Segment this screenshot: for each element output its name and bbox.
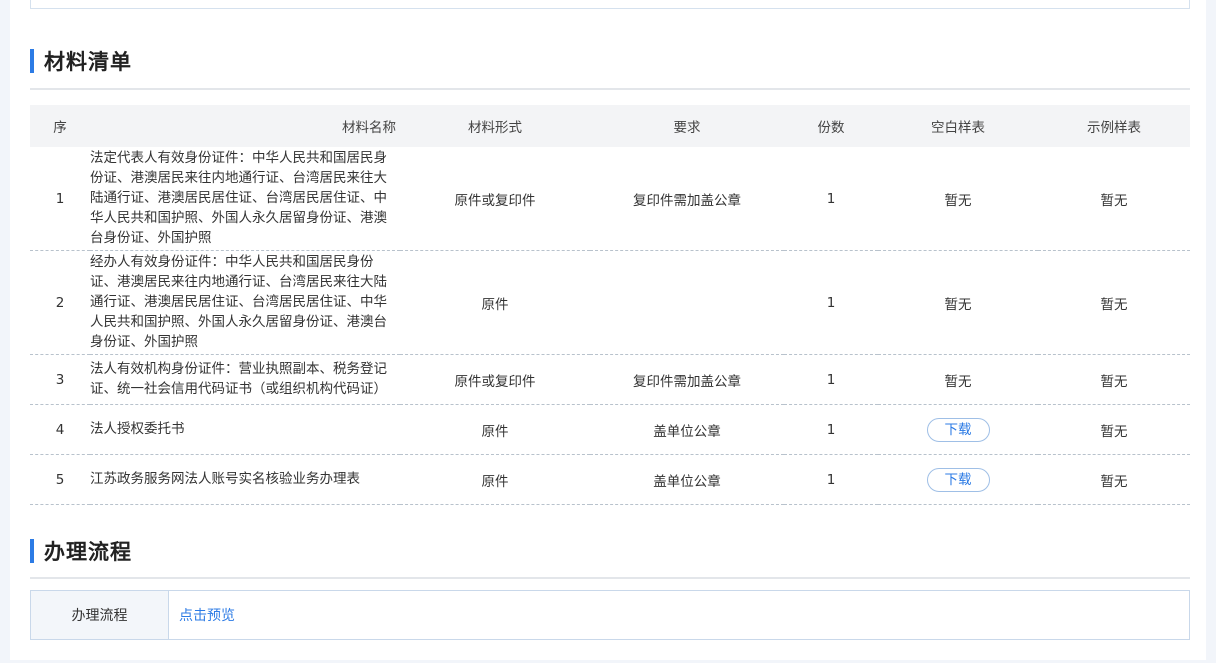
table-row: 4 法人授权委托书 原件 盖单位公章 1 下载 暂无	[30, 404, 1190, 455]
row-form: 原件	[400, 250, 590, 355]
download-button[interactable]: 下载	[926, 467, 990, 492]
materials-table: 序 材料名称 材料形式 要求 份数 空白样表 示例样表 1 法定代表人有效身份证…	[30, 105, 1190, 505]
materials-title-rule	[30, 88, 1190, 90]
row-example-sample: 暂无	[1038, 454, 1190, 505]
col-header-name: 材料名称	[90, 105, 400, 147]
col-header-requirement: 要求	[590, 105, 784, 147]
row-index: 1	[30, 147, 90, 251]
process-box: 办理流程 点击预览	[30, 590, 1190, 640]
row-index: 4	[30, 404, 90, 455]
col-header-example-sample: 示例样表	[1038, 105, 1190, 147]
row-copies: 1	[784, 147, 878, 251]
process-title-rule	[30, 577, 1190, 579]
row-copies: 1	[784, 354, 878, 405]
row-index: 3	[30, 354, 90, 405]
process-label: 办理流程	[31, 591, 169, 639]
col-header-index: 序	[30, 105, 90, 147]
row-blank-sample: 暂无	[878, 250, 1038, 355]
title-accent-bar	[30, 49, 34, 73]
row-index: 5	[30, 454, 90, 505]
row-material-name: 法人授权委托书	[90, 404, 400, 455]
row-requirement: 盖单位公章	[590, 454, 784, 505]
col-header-blank-sample: 空白样表	[878, 105, 1038, 147]
materials-title-text: 材料清单	[44, 50, 132, 74]
row-requirement	[590, 250, 784, 355]
col-header-form: 材料形式	[400, 105, 590, 147]
row-example-sample: 暂无	[1038, 354, 1190, 405]
row-material-name: 江苏政务服务网法人账号实名核验业务办理表	[90, 454, 400, 505]
row-example-sample: 暂无	[1038, 404, 1190, 455]
table-row: 3 法人有效机构身份证件：营业执照副本、税务登记证、统一社会信用代码证书（或组织…	[30, 354, 1190, 405]
table-row: 1 法定代表人有效身份证件：中华人民共和国居民身份证、港澳居民来往内地通行证、台…	[30, 147, 1190, 251]
row-requirement: 盖单位公章	[590, 404, 784, 455]
col-header-copies: 份数	[784, 105, 878, 147]
download-button[interactable]: 下载	[926, 417, 990, 442]
row-copies: 1	[784, 250, 878, 355]
row-blank-sample: 暂无	[878, 354, 1038, 405]
row-requirement: 复印件需加盖公章	[590, 147, 784, 251]
table-row: 5 江苏政务服务网法人账号实名核验业务办理表 原件 盖单位公章 1 下载 暂无	[30, 454, 1190, 505]
preview-link[interactable]: 点击预览	[169, 591, 235, 639]
row-material-name: 法定代表人有效身份证件：中华人民共和国居民身份证、港澳居民来往内地通行证、台湾居…	[90, 147, 400, 251]
row-form: 原件	[400, 454, 590, 505]
row-form: 原件或复印件	[400, 354, 590, 405]
row-form: 原件	[400, 404, 590, 455]
content-panel: 材料清单 序 材料名称 材料形式 要求 份数 空白样表 示例样表 1 法定代表人…	[10, 0, 1206, 660]
row-material-name: 法人有效机构身份证件：营业执照副本、税务登记证、统一社会信用代码证书（或组织机构…	[90, 354, 400, 405]
row-example-sample: 暂无	[1038, 250, 1190, 355]
process-section-title: 办理流程	[30, 538, 132, 564]
row-form: 原件或复印件	[400, 147, 590, 251]
row-blank-sample: 暂无	[878, 147, 1038, 251]
row-blank-sample-cell: 下载	[878, 404, 1038, 455]
table-row: 2 经办人有效身份证件：中华人民共和国居民身份证、港澳居民来往内地通行证、台湾居…	[30, 250, 1190, 355]
row-example-sample: 暂无	[1038, 147, 1190, 251]
row-copies: 1	[784, 454, 878, 505]
row-requirement: 复印件需加盖公章	[590, 354, 784, 405]
materials-section-title: 材料清单	[30, 48, 132, 74]
table-header-row: 序 材料名称 材料形式 要求 份数 空白样表 示例样表	[30, 105, 1190, 147]
row-blank-sample-cell: 下载	[878, 454, 1038, 505]
row-copies: 1	[784, 404, 878, 455]
previous-section-box	[30, 0, 1190, 9]
process-title-text: 办理流程	[44, 540, 132, 564]
row-material-name: 经办人有效身份证件：中华人民共和国居民身份证、港澳居民来往内地通行证、台湾居民来…	[90, 250, 400, 355]
title-accent-bar	[30, 539, 34, 563]
row-index: 2	[30, 250, 90, 355]
